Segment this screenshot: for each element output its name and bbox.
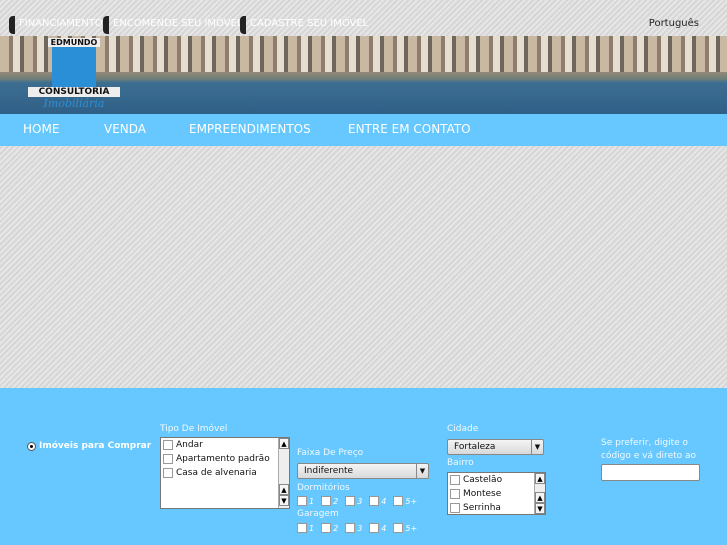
preco-label: Faixa De Preço bbox=[297, 448, 364, 458]
list-item[interactable]: Castelão bbox=[448, 473, 545, 487]
cidade-label: Cidade bbox=[447, 424, 479, 434]
garagem-options: 1 2 3 4 5+ bbox=[297, 523, 420, 533]
dorm-option[interactable]: 4 bbox=[369, 496, 386, 506]
garagem-label: Garagem bbox=[297, 509, 339, 519]
dorm-option[interactable]: 1 bbox=[297, 496, 314, 506]
bairro-list[interactable]: Castelão Montese Serrinha ▲ ▲ ▼ bbox=[447, 472, 546, 515]
list-item[interactable]: Apartamento padrão bbox=[161, 452, 289, 466]
dormitorios-label: Dormitórios bbox=[297, 483, 350, 493]
scroll-up-icon: ▲ bbox=[535, 492, 545, 503]
garagem-option[interactable]: 3 bbox=[345, 523, 362, 533]
scroll-up-icon: ▲ bbox=[279, 438, 289, 449]
logo-building-icon bbox=[52, 47, 96, 87]
list-item[interactable]: Montese bbox=[448, 487, 545, 501]
nav-contato[interactable]: ENTRE EM CONTATO bbox=[348, 122, 471, 136]
scrollbar[interactable]: ▲ ▲ ▼ bbox=[534, 473, 545, 514]
tipo-list[interactable]: Andar Apartamento padrão Casa de alvenar… bbox=[160, 437, 290, 509]
dorm-option[interactable]: 3 bbox=[345, 496, 362, 506]
top-bar: FINANCIAMENTO ENCOMENDE SEU IMÓVEL CADAS… bbox=[0, 0, 727, 36]
garagem-option[interactable]: 4 bbox=[369, 523, 386, 533]
nav-home[interactable]: HOME bbox=[23, 122, 59, 136]
bairro-label: Bairro bbox=[447, 458, 474, 468]
cadastre-link[interactable]: CADASTRE SEU IMÓVEL bbox=[240, 16, 368, 34]
chevron-down-icon: ▼ bbox=[531, 440, 543, 454]
tipo-label: Tipo De Imóvel bbox=[160, 424, 228, 434]
preco-select[interactable]: Indiferente ▼ bbox=[297, 463, 429, 479]
dormitorios-options: 1 2 3 4 5+ bbox=[297, 496, 420, 506]
scroll-down-icon: ▼ bbox=[279, 495, 289, 506]
financiamento-link[interactable]: FINANCIAMENTO bbox=[9, 16, 103, 34]
scroll-up-icon: ▲ bbox=[279, 484, 289, 495]
scroll-up-icon: ▲ bbox=[535, 473, 545, 484]
main-nav: HOME VENDA EMPREENDIMENTOS ENTRE EM CONT… bbox=[0, 114, 727, 146]
dorm-option[interactable]: 2 bbox=[321, 496, 338, 506]
list-item[interactable]: Serrinha bbox=[448, 501, 545, 515]
nav-empreendimentos[interactable]: EMPREENDIMENTOS bbox=[189, 122, 311, 136]
garagem-option[interactable]: 1 bbox=[297, 523, 314, 533]
chevron-down-icon: ▼ bbox=[416, 464, 428, 478]
scrollbar[interactable]: ▲ ▲ ▼ bbox=[278, 438, 289, 508]
garagem-option[interactable]: 2 bbox=[321, 523, 338, 533]
radio-selected-icon bbox=[27, 441, 36, 451]
cidade-select[interactable]: Fortaleza ▼ bbox=[447, 439, 544, 455]
logo[interactable]: EDMUNDO CONSULTORIA Imobiliária bbox=[28, 38, 120, 112]
comprar-radio[interactable]: Imóveis para Comprar bbox=[27, 441, 151, 451]
language-selector[interactable]: Português bbox=[649, 18, 699, 29]
garagem-option[interactable]: 5+ bbox=[393, 523, 417, 533]
list-item[interactable]: Casa de alvenaria bbox=[161, 466, 289, 480]
scroll-down-icon: ▼ bbox=[535, 503, 545, 514]
dorm-option[interactable]: 5+ bbox=[393, 496, 417, 506]
nav-venda[interactable]: VENDA bbox=[104, 122, 146, 136]
code-input[interactable] bbox=[601, 464, 700, 481]
encomende-link[interactable]: ENCOMENDE SEU IMÓVEL bbox=[103, 16, 242, 34]
list-item[interactable]: Andar bbox=[161, 438, 289, 452]
